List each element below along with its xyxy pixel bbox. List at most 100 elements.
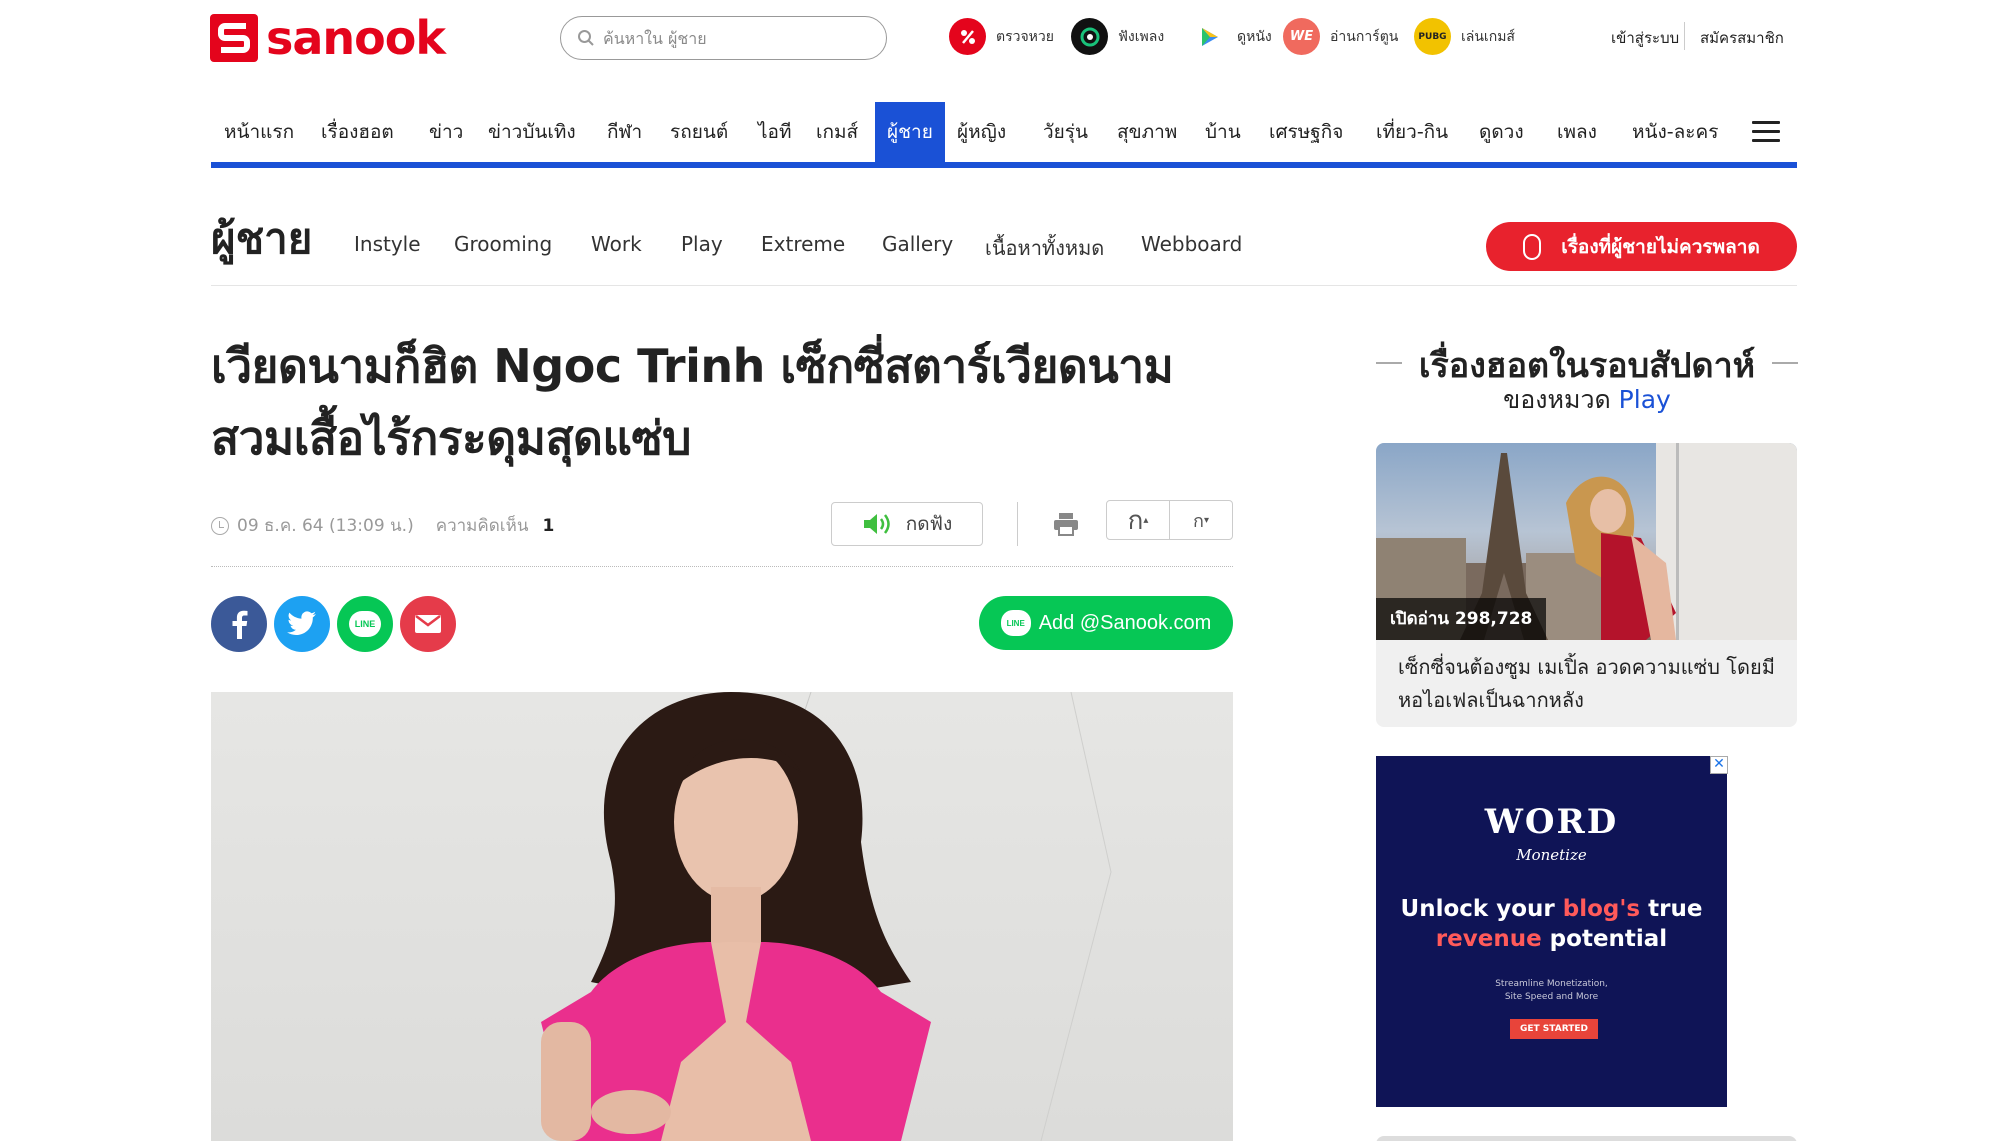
nav-item-games[interactable]: เกมส์ xyxy=(816,102,858,162)
hot-story-image: เปิดอ่าน 298,728 xyxy=(1376,443,1797,640)
line-share-button[interactable]: LINE xyxy=(337,596,393,652)
line-icon: LINE xyxy=(349,611,381,637)
add-line-label: Add @Sanook.com xyxy=(1038,611,1212,634)
section-item-gallery[interactable]: Gallery xyxy=(882,232,953,256)
section-item-extreme[interactable]: Extreme xyxy=(761,232,845,256)
section-item-webboard[interactable]: Webboard xyxy=(1141,232,1242,256)
nav-item-health[interactable]: สุขภาพ xyxy=(1117,102,1177,162)
register-link[interactable]: สมัครสมาชิก xyxy=(1700,26,1784,50)
email-share-button[interactable] xyxy=(400,596,456,652)
add-line-button[interactable]: LINE Add @Sanook.com xyxy=(979,596,1233,650)
quick-link-label: อ่านการ์ตูน xyxy=(1330,28,1399,45)
must-read-label: เรื่องที่ผู้ชายไม่ควรพลาด xyxy=(1561,235,1760,258)
meta-divider xyxy=(211,566,1233,567)
ad-headline: Unlock your blog's true revenue potentia… xyxy=(1400,896,1703,952)
sidebar-subtitle-category[interactable]: Play xyxy=(1619,385,1671,414)
headline-line-1: เวียดนามก็ฮิต Ngoc Trinh เซ็กซี่สตาร์เวี… xyxy=(211,339,1174,393)
twitter-icon xyxy=(287,611,316,635)
nav-item-home[interactable]: หน้าแรก xyxy=(224,102,294,162)
section-item-all-content[interactable]: เนื้อหาทั้งหมด xyxy=(985,232,1104,264)
main-nav: หน้าแรก เรื่องฮอต ข่าว ข่าวบันเทิง กีฬา … xyxy=(211,102,1797,168)
quick-link-label: ตรวจหวย xyxy=(996,28,1054,45)
comments-label[interactable]: ความคิดเห็น xyxy=(436,512,529,539)
article-meta: 09 ธ.ค. 64 (13:09 น.) ความคิดเห็น 1 xyxy=(211,512,554,539)
hot-story-card[interactable]: เปิดอ่าน 298,728 เซ็กซี่จนต้องซูม เมเปิ้… xyxy=(1376,443,1797,727)
ad-brand-sub: Monetize xyxy=(1516,846,1587,864)
menu-icon[interactable] xyxy=(1752,121,1780,143)
login-link[interactable]: เข้าสู่ระบบ xyxy=(1611,26,1679,50)
nav-item-men[interactable]: ผู้ชาย xyxy=(875,102,945,162)
quick-link-music[interactable]: ฟังเพลง xyxy=(1071,18,1164,55)
listen-button[interactable]: กดฟัง xyxy=(831,502,983,546)
listen-label: กดฟัง xyxy=(905,513,953,535)
advertisement[interactable]: WORD Monetize Unlock your blog's true re… xyxy=(1376,756,1727,1107)
nav-item-sport[interactable]: กีฬา xyxy=(607,102,642,162)
ad-cta-button[interactable]: GET STARTED xyxy=(1510,1019,1598,1039)
ad-body: Streamline Monetization, Site Speed and … xyxy=(1495,979,1608,1002)
nav-item-teen[interactable]: วัยรุ่น xyxy=(1043,102,1088,162)
section-item-instyle[interactable]: Instyle xyxy=(354,232,421,256)
sidebar-subtitle: ของหมวด Play xyxy=(1376,380,1798,420)
view-count: เปิดอ่าน 298,728 xyxy=(1376,598,1547,640)
search-icon xyxy=(578,30,594,46)
auth-divider xyxy=(1684,22,1685,50)
nav-item-music[interactable]: เพลง xyxy=(1557,102,1597,162)
nav-item-movies-drama[interactable]: หนัง-ละคร xyxy=(1632,102,1718,162)
comments-count: 1 xyxy=(542,515,555,536)
nav-item-hot[interactable]: เรื่องฮอต xyxy=(321,102,394,162)
article-date: 09 ธ.ค. 64 (13:09 น.) xyxy=(237,516,414,536)
quick-link-comics[interactable]: WE อ่านการ์ตูน xyxy=(1283,18,1398,55)
section-item-grooming[interactable]: Grooming xyxy=(454,232,552,256)
nav-item-women[interactable]: ผู้หญิง xyxy=(957,102,1006,162)
section-title[interactable]: ผู้ชาย xyxy=(211,206,312,272)
nav-item-auto[interactable]: รถยนต์ xyxy=(670,102,728,162)
line-icon: LINE xyxy=(1000,610,1031,636)
search-box[interactable] xyxy=(560,16,887,60)
headline-line-2: สวมเสื้อไร้กระดุมสุดแซ่บ xyxy=(211,411,691,465)
mail-icon xyxy=(415,615,441,633)
must-read-button[interactable]: เรื่องที่ผู้ชายไม่ควรพลาด xyxy=(1486,222,1797,271)
section-item-play[interactable]: Play xyxy=(681,232,723,256)
microphone-icon xyxy=(1523,233,1542,260)
title-line-right xyxy=(1772,362,1798,364)
ad-close-icon[interactable]: ✕ xyxy=(1710,756,1728,774)
section-nav: ผู้ชาย Instyle Grooming Work Play Extrem… xyxy=(211,196,1797,286)
section-item-work[interactable]: Work xyxy=(591,232,642,256)
quick-link-games[interactable]: PUBG เล่นเกมส์ xyxy=(1414,18,1515,55)
next-card-edge xyxy=(1376,1136,1797,1141)
title-line-left xyxy=(1376,362,1402,364)
article-hero-image xyxy=(211,692,1233,1141)
sanook-logo[interactable]: sanook xyxy=(210,14,495,62)
print-icon[interactable] xyxy=(1053,512,1079,536)
nav-item-it[interactable]: ไอที xyxy=(758,102,792,162)
nav-item-news[interactable]: ข่าว xyxy=(429,102,463,162)
nav-item-home-living[interactable]: บ้าน xyxy=(1205,102,1241,162)
font-increase-button[interactable]: ก ▴ xyxy=(1107,501,1170,539)
nav-item-entertainment[interactable]: ข่าวบันเทิง xyxy=(488,102,576,162)
play-icon xyxy=(1190,18,1227,55)
nav-item-horoscope[interactable]: ดูดวง xyxy=(1479,102,1524,162)
quick-link-label: เล่นเกมส์ xyxy=(1461,28,1515,45)
hot-story-title[interactable]: เซ็กซี่จนต้องซูม เมเปิ้ล อวดความแซ่บ โดย… xyxy=(1398,651,1783,717)
twitter-share-button[interactable] xyxy=(274,596,330,652)
tools-divider xyxy=(1017,502,1018,546)
facebook-icon xyxy=(232,610,248,639)
facebook-share-button[interactable] xyxy=(211,596,267,652)
quick-link-lottery[interactable]: ตรวจหวย xyxy=(949,18,1054,55)
sidebar-subtitle-prefix: ของหมวด xyxy=(1503,385,1611,414)
music-icon xyxy=(1071,18,1108,55)
article-headline: เวียดนามก็ฮิต Ngoc Trinh เซ็กซี่สตาร์เวี… xyxy=(211,330,1221,474)
ad-brand: WORD xyxy=(1484,802,1619,842)
nav-item-travel-food[interactable]: เที่ยว-กิน xyxy=(1376,102,1448,162)
quick-link-movies[interactable]: ดูหนัง xyxy=(1190,18,1272,55)
font-decrease-button[interactable]: ก ▾ xyxy=(1170,501,1232,539)
clock-icon xyxy=(211,516,229,535)
nav-item-economy[interactable]: เศรษฐกิจ xyxy=(1269,102,1343,162)
game-icon: PUBG xyxy=(1414,18,1451,55)
speaker-icon xyxy=(863,514,890,534)
comics-icon: WE xyxy=(1283,18,1320,55)
quick-link-label: ดูหนัง xyxy=(1237,28,1272,45)
lottery-icon xyxy=(949,18,986,55)
search-input[interactable] xyxy=(603,28,863,48)
logo-s-icon xyxy=(210,14,258,62)
